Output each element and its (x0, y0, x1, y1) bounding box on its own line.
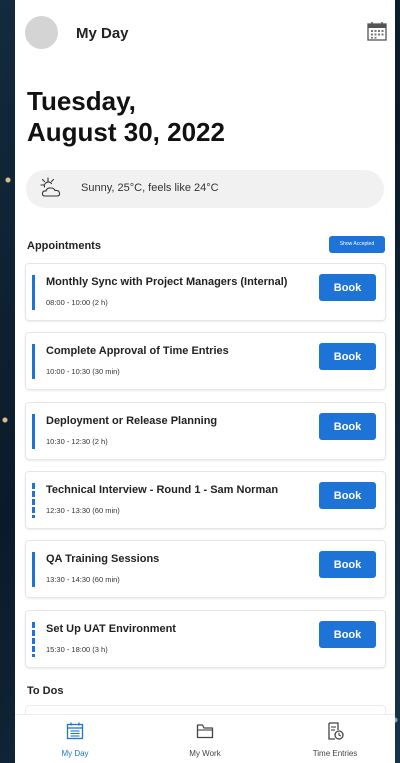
appointment-card[interactable]: QA Training Sessions 13:30 - 14:30 (60 m… (26, 541, 385, 597)
appointment-time: 10:30 - 12:30 (2 h) (46, 437, 108, 446)
appointment-title: Monthly Sync with Project Managers (Inte… (46, 276, 288, 288)
bottom-nav: My Day My Work Time Entries (15, 714, 395, 763)
appointment-time: 13:30 - 14:30 (60 min) (46, 575, 120, 584)
header: My Day (15, 0, 395, 70)
weather-bar: Sunny, 25°C, feels like 24°C (26, 170, 384, 208)
appointment-time: 08:00 - 10:00 (2 h) (46, 298, 108, 307)
date-weekday: Tuesday, (27, 86, 136, 116)
appointment-card[interactable]: Technical Interview - Round 1 - Sam Norm… (26, 472, 385, 528)
calendar-icon[interactable] (366, 20, 388, 42)
calendar-list-icon (66, 722, 84, 740)
weather-text: Sunny, 25°C, feels like 24°C (81, 182, 219, 194)
folder-icon (196, 724, 214, 739)
book-button[interactable]: Book (319, 413, 376, 440)
show-accepted-button[interactable]: Show Accepted (329, 236, 385, 253)
book-button[interactable]: Book (319, 551, 376, 578)
status-bar (32, 552, 35, 587)
partly-sunny-icon (39, 177, 65, 201)
status-bar (32, 275, 35, 310)
avatar[interactable] (25, 16, 58, 49)
date-heading: Tuesday, August 30, 2022 (27, 86, 225, 148)
appointment-card[interactable]: Set Up UAT Environment 15:30 - 18:00 (3 … (26, 611, 385, 667)
status-bar (32, 344, 35, 379)
status-bar (32, 414, 35, 449)
appointment-title: QA Training Sessions (46, 553, 160, 565)
appointment-card[interactable]: Complete Approval of Time Entries 10:00 … (26, 333, 385, 389)
nav-label: Time Entries (312, 749, 358, 758)
appointments-heading: Appointments (27, 240, 101, 252)
appointment-title: Technical Interview - Round 1 - Sam Norm… (46, 484, 279, 496)
appointment-title: Deployment or Release Planning (46, 415, 218, 427)
date-full: August 30, 2022 (27, 117, 225, 147)
book-button[interactable]: Book (319, 621, 376, 648)
status-bar (32, 483, 35, 518)
status-bar (32, 622, 35, 657)
book-button[interactable]: Book (319, 274, 376, 301)
appointment-card[interactable]: Deployment or Release Planning 10:30 - 1… (26, 403, 385, 459)
appointment-time: 12:30 - 13:30 (60 min) (46, 506, 120, 515)
nav-label: My Day (61, 749, 89, 758)
todos-heading: To Dos (27, 685, 64, 697)
appointment-title: Complete Approval of Time Entries (46, 345, 229, 357)
appointment-time: 10:00 - 10:30 (30 min) (46, 367, 120, 376)
app-screen: My Day Tuesday, August 30, 2022 Sunny, 2… (15, 0, 395, 763)
time-entry-icon (328, 722, 344, 740)
nav-my-work[interactable]: My Work (145, 715, 265, 763)
appointment-card[interactable]: Monthly Sync with Project Managers (Inte… (26, 264, 385, 320)
book-button[interactable]: Book (319, 482, 376, 509)
nav-label: My Work (189, 749, 221, 758)
appointment-title: Set Up UAT Environment (46, 623, 176, 635)
book-button[interactable]: Book (319, 343, 376, 370)
appointment-time: 15:30 - 18:00 (3 h) (46, 645, 108, 654)
page-title: My Day (76, 25, 129, 42)
nav-time-entries[interactable]: Time Entries (275, 715, 395, 763)
nav-my-day[interactable]: My Day (15, 715, 135, 763)
